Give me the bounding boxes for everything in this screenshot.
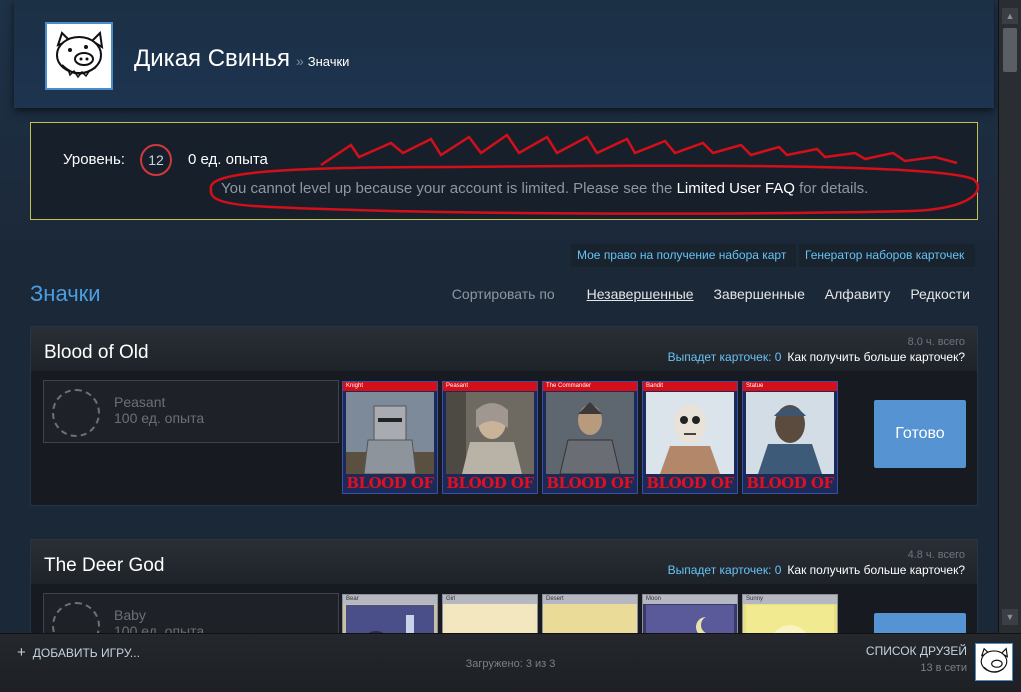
footer-bar: + ДОБАВИТЬ ИГРУ... Загружено: 3 из 3 СПИС…: [0, 633, 1021, 692]
card-footer: BLOOD OF OLD: [746, 474, 834, 492]
badge-placeholder-icon: [52, 389, 100, 437]
badge-xp: 100 ед. опыта: [114, 623, 205, 633]
profile-name-link[interactable]: Дикая Свинья: [134, 45, 290, 72]
scroll-down-icon[interactable]: ▼: [1002, 609, 1018, 625]
trading-card[interactable]: Moon: [642, 594, 738, 633]
level-box: Уровень: 12 0 ед. опыта You cannot level…: [30, 122, 979, 220]
ready-button[interactable]: [874, 613, 966, 633]
sort-alphabetical[interactable]: Алфавиту: [825, 286, 891, 302]
badge-row: The Deer God 4.8 ч. всего Выпадет карточ…: [30, 539, 978, 633]
badge-name: Baby: [114, 607, 146, 623]
card-title: Peasant: [443, 382, 537, 391]
bandit-card-art: [646, 392, 734, 474]
badge-row-header: The Deer God 4.8 ч. всего Выпадет карточ…: [31, 540, 977, 584]
red-scribble-annotation: [209, 133, 979, 215]
bear-card-art: [346, 605, 434, 633]
card-title: Statue: [743, 382, 837, 391]
pig-avatar-icon: [56, 30, 104, 79]
scroll-thumb[interactable]: [1003, 28, 1017, 72]
card-title: The Commander: [543, 382, 637, 391]
scroll-up-icon[interactable]: ▲: [1002, 8, 1018, 24]
card-title: Desert: [543, 595, 637, 604]
level-label: Уровень:: [63, 151, 125, 168]
card-title: Sunny: [743, 595, 837, 604]
card-drops: Выпадет карточек: 0 Как получить больше к…: [668, 350, 965, 364]
friends-label: СПИСОК ДРУЗЕЙ: [865, 644, 967, 658]
peasant-card-art: [446, 392, 534, 474]
trading-card[interactable]: Knight BLOOD OF OLD: [342, 381, 438, 494]
friends-list-button[interactable]: СПИСОК ДРУЗЕЙ 13 в сети: [866, 644, 967, 674]
vertical-scrollbar[interactable]: ▲ ▼: [998, 0, 1021, 633]
card-title: Bandit: [643, 382, 737, 391]
sort-incomplete[interactable]: Незавершенные: [587, 286, 694, 302]
badge-placeholder-icon: [52, 602, 100, 633]
badge-info[interactable]: Baby 100 ед. опыта: [43, 593, 339, 633]
friends-online-count: 13 в сети: [920, 662, 967, 674]
trading-card[interactable]: Sunny: [742, 594, 838, 633]
breadcrumb-current: Значки: [307, 54, 350, 69]
sort-rarity[interactable]: Редкости: [910, 286, 970, 302]
sunny-card-art: [746, 605, 834, 633]
badges-title: Значки: [30, 281, 101, 306]
badge-info[interactable]: Peasant 100 ед. опыта: [43, 380, 339, 443]
card-title: Moon: [643, 595, 737, 604]
limited-notice-suffix: for details.: [799, 180, 869, 197]
girl-card-art: [446, 605, 534, 633]
breadcrumb-separator: »: [295, 53, 304, 69]
profile-header: Дикая Свинья » Значки: [14, 0, 994, 108]
card-drops-count[interactable]: Выпадет карточек: 0: [668, 350, 782, 364]
statue-card-art: [746, 392, 834, 474]
card-drops: Выпадет карточек: 0 Как получить больше к…: [668, 563, 965, 577]
trading-card[interactable]: Desert: [542, 594, 638, 633]
trading-card[interactable]: Statue BLOOD OF OLD: [742, 381, 838, 494]
sort-bar: Сортировать по Незавершенные Завершенные…: [452, 286, 970, 302]
level-badge: 12: [140, 144, 172, 176]
sort-label: Сортировать по: [451, 286, 555, 302]
limited-faq-link[interactable]: Limited User FAQ: [677, 180, 795, 197]
card-title: Bear: [343, 595, 437, 604]
badge-row-header: Blood of Old 8.0 ч. всего Выпадет карточ…: [31, 327, 977, 371]
badge-xp: 100 ед. опыта: [114, 410, 205, 426]
pig-avatar-icon: [980, 647, 1009, 673]
card-title: Girl: [443, 595, 537, 604]
main-viewport: Дикая Свинья» Значки Уровень: 12 0 ед. оп…: [0, 0, 998, 633]
play-time: 8.0 ч. всего: [907, 336, 965, 348]
card-generator-button[interactable]: Генератор наборов карточек: [799, 244, 975, 267]
xp-text: 0 ед. опыта: [188, 151, 268, 168]
desert-card-art: [546, 605, 634, 633]
trading-card[interactable]: Bandit BLOOD OF OLD: [642, 381, 738, 494]
profile-avatar[interactable]: [45, 22, 113, 90]
card-footer: BLOOD OF OLD: [446, 474, 534, 492]
ready-button[interactable]: Готово: [874, 400, 966, 468]
game-title[interactable]: Blood of Old: [44, 342, 149, 364]
card-drops-count[interactable]: Выпадет карточек: 0: [668, 563, 782, 577]
sort-completed[interactable]: Завершенные: [713, 286, 804, 302]
trading-card[interactable]: Girl: [442, 594, 538, 633]
knight-card-art: [346, 392, 434, 474]
breadcrumb: Дикая Свинья » Значки: [134, 45, 349, 73]
limited-notice: You cannot level up because your account…: [221, 180, 868, 197]
card-eligibility-button[interactable]: Мое право на получение набора карт: [571, 244, 796, 267]
badge-row: Blood of Old 8.0 ч. всего Выпадет карточ…: [30, 326, 978, 506]
card-footer: BLOOD OF OLD: [646, 474, 734, 492]
how-to-get-cards-link[interactable]: Как получить больше карточек?: [787, 350, 965, 364]
card-footer: BLOOD OF OLD: [346, 474, 434, 492]
how-to-get-cards-link[interactable]: Как получить больше карточек?: [787, 563, 965, 577]
card-footer: BLOOD OF OLD: [546, 474, 634, 492]
game-title[interactable]: The Deer God: [44, 555, 164, 577]
commander-card-art: [546, 392, 634, 474]
card-title: Knight: [343, 382, 437, 391]
play-time: 4.8 ч. всего: [907, 549, 965, 561]
trading-card[interactable]: Peasant BLOOD OF OLD: [442, 381, 538, 494]
moon-card-art: [646, 605, 734, 633]
badge-name: Peasant: [114, 394, 166, 410]
friends-avatar[interactable]: [975, 643, 1013, 681]
trading-card[interactable]: The Commander BLOOD OF OLD: [542, 381, 638, 494]
limited-notice-text: You cannot level up because your account…: [221, 180, 673, 197]
trading-card[interactable]: Bear: [342, 594, 438, 633]
